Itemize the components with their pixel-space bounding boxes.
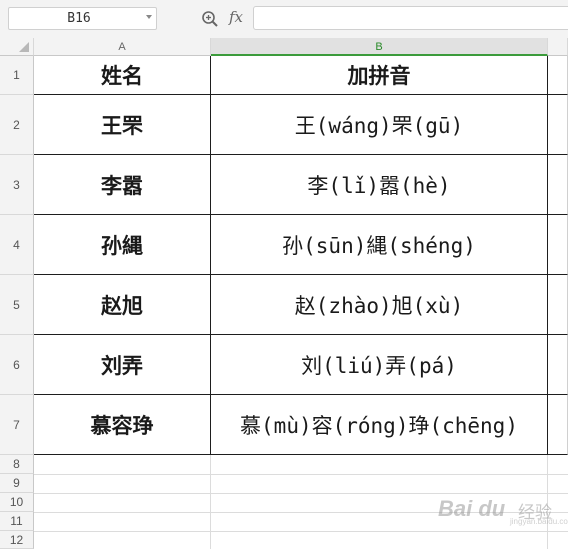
table-cell[interactable] (548, 215, 568, 275)
name-cell[interactable]: 赵旭 (34, 275, 211, 335)
row-header-12[interactable]: 12 (0, 531, 34, 549)
pinyin-cell[interactable]: 赵(zhào)旭(xù) (211, 275, 548, 335)
column-header-b[interactable]: B (211, 38, 548, 56)
column-header-c[interactable] (548, 38, 568, 56)
cell-reference: B16 (67, 11, 91, 26)
row-header-5[interactable]: 5 (0, 275, 34, 335)
gridline (34, 531, 568, 532)
row-header-4[interactable]: 4 (0, 215, 34, 275)
pinyin-cell[interactable]: 李(lǐ)嚣(hè) (211, 155, 548, 215)
zoom-icon[interactable] (201, 10, 219, 28)
header-cell-pinyin[interactable]: 加拼音 (211, 56, 548, 95)
row-header-2[interactable]: 2 (0, 95, 34, 155)
row-header-3[interactable]: 3 (0, 155, 34, 215)
name-cell[interactable]: 孙縄 (34, 215, 211, 275)
name-cell[interactable]: 慕容琤 (34, 395, 211, 455)
row-header-7[interactable]: 7 (0, 395, 34, 455)
select-all-icon (19, 42, 29, 52)
row-header-1[interactable]: 1 (0, 56, 34, 95)
row-header-11[interactable]: 11 (0, 512, 34, 531)
table-cell[interactable] (548, 95, 568, 155)
table-cell[interactable] (548, 56, 568, 95)
row-header-10[interactable]: 10 (0, 493, 34, 512)
table-cell[interactable] (548, 275, 568, 335)
watermark-url: jingyan.baidu.com (510, 517, 568, 526)
table-cell[interactable] (548, 335, 568, 395)
name-cell[interactable]: 李嚣 (34, 155, 211, 215)
formula-bar: B16 fx (0, 0, 568, 38)
pinyin-cell[interactable]: 王(wáng)罘(gū) (211, 95, 548, 155)
header-cell-name[interactable]: 姓名 (34, 56, 211, 95)
gridline (34, 474, 568, 475)
column-header-a[interactable]: A (34, 38, 211, 56)
fx-icon[interactable]: fx (229, 8, 243, 26)
formula-input[interactable] (253, 6, 568, 30)
baidu-watermark: Bai du 经验 jingyan.baidu.com (438, 488, 568, 528)
name-box[interactable]: B16 (8, 7, 157, 30)
watermark-logo: Bai du (438, 496, 506, 521)
row-header-8[interactable]: 8 (0, 455, 34, 474)
name-cell[interactable]: 王罘 (34, 95, 211, 155)
pinyin-cell[interactable]: 慕(mù)容(róng)琤(chēng) (211, 395, 548, 455)
pinyin-cell[interactable]: 刘(liú)弄(pá) (211, 335, 548, 395)
table-cell[interactable] (548, 155, 568, 215)
chevron-down-icon[interactable] (146, 15, 152, 19)
table-cell[interactable] (548, 395, 568, 455)
name-cell[interactable]: 刘弄 (34, 335, 211, 395)
pinyin-cell[interactable]: 孙(sūn)縄(shéng) (211, 215, 548, 275)
select-all-corner[interactable] (0, 38, 34, 56)
gridline (210, 455, 211, 549)
row-header-9[interactable]: 9 (0, 474, 34, 493)
row-header-6[interactable]: 6 (0, 335, 34, 395)
